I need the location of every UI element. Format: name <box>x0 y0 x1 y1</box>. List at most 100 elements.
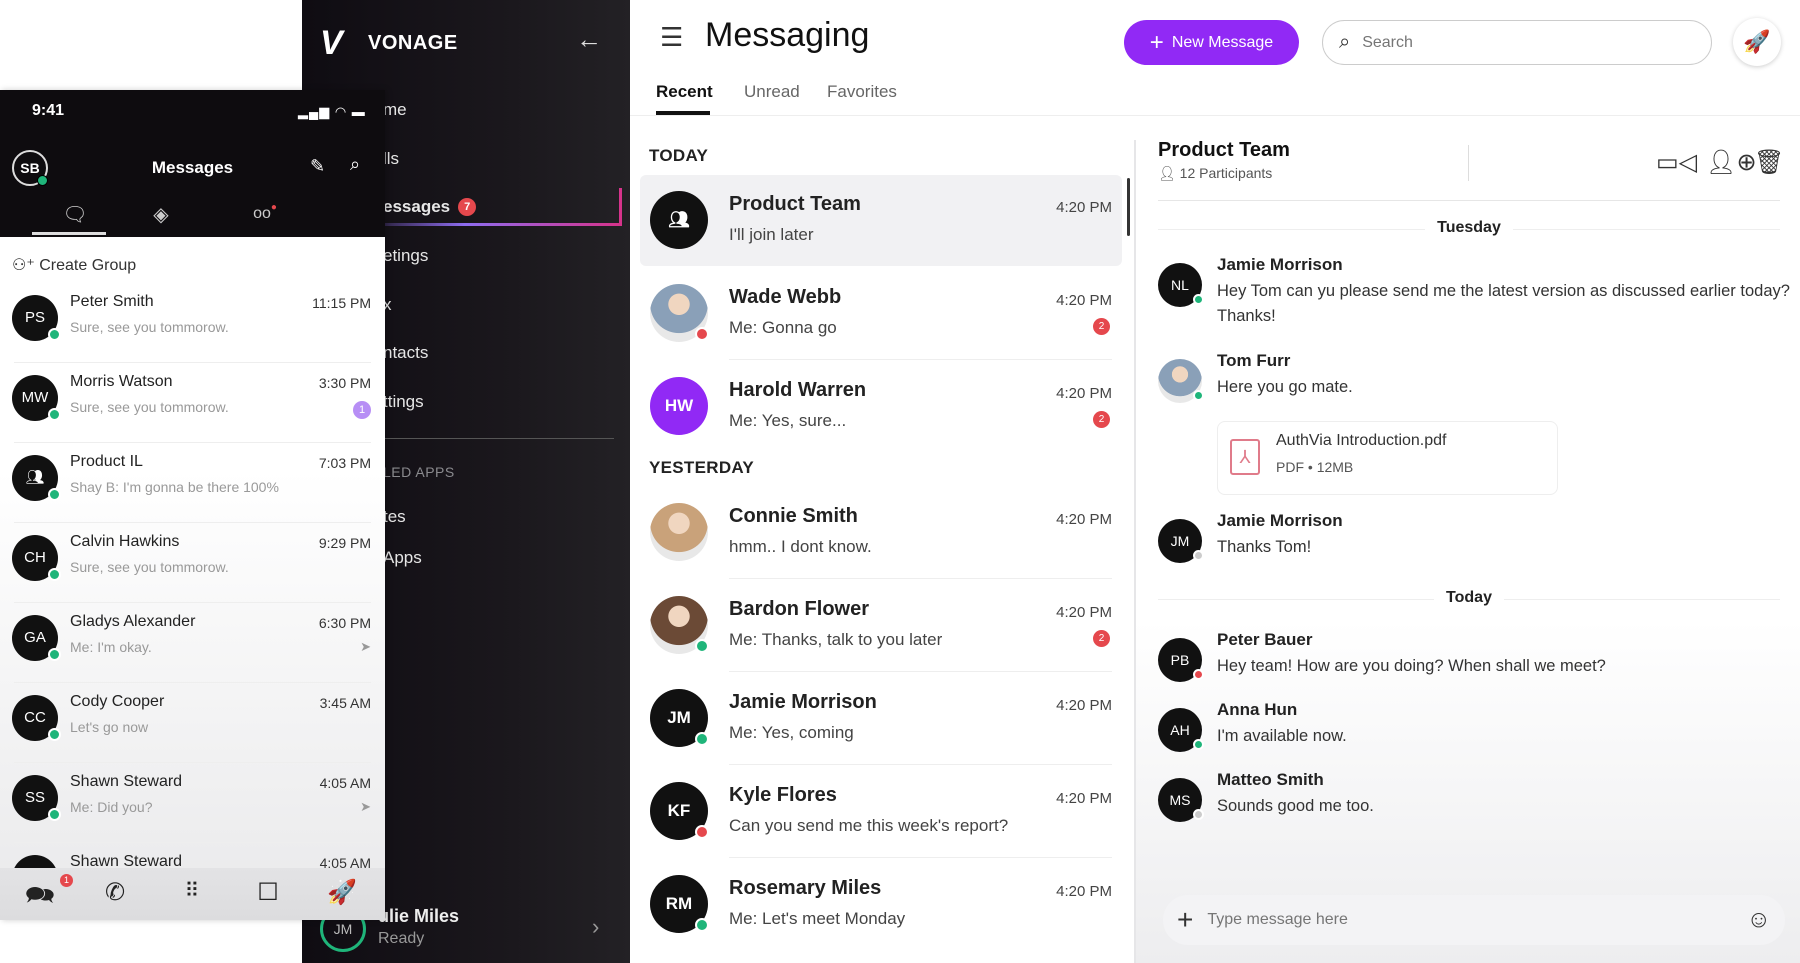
contact-name: Kyle Flores <box>729 784 837 806</box>
status-dot <box>1193 550 1204 561</box>
plus-icon[interactable]: + <box>1177 904 1193 936</box>
contact-name: Shawn Steward <box>70 773 183 790</box>
sender-name: Matteo Smith <box>1217 770 1324 789</box>
layers-tab-icon[interactable]: ◈ <box>131 202 191 227</box>
vonage-logo-icon: V <box>320 24 343 62</box>
sidebar-app[interactable]: tes <box>383 507 406 527</box>
avatar: JM <box>1158 519 1204 563</box>
conversation-row[interactable]: RM Rosemary Miles Me: Let's meet Monday 4:2… <box>640 859 1122 950</box>
user-name[interactable]: ulie Miles <box>378 906 459 927</box>
list-item[interactable]: GA Gladys Alexander Me: I'm okay. 6:30 PM ➤ <box>0 603 385 683</box>
tab-favorites[interactable]: Favorites <box>827 82 897 102</box>
timestamp: 4:20 PM <box>1056 511 1112 528</box>
avatar: MS <box>1158 778 1204 822</box>
plus-icon: + <box>1149 28 1164 56</box>
sender-name: Tom Furr <box>1217 351 1291 370</box>
tab-unread[interactable]: Unread <box>744 82 800 102</box>
unread-badge: 2 <box>1093 411 1110 428</box>
sidebar-app[interactable]: Apps <box>383 548 422 568</box>
avatar: GA <box>12 615 61 661</box>
message-preview: Me: Thanks, talk to you later <box>729 630 943 649</box>
conversation-row[interactable]: 👥︎ Product Team I'll join later 4:20 PM <box>640 175 1122 266</box>
divider <box>729 359 1112 360</box>
conversation-row[interactable]: HW Harold Warren Me: Yes, sure... 4:20 PM 2 <box>640 361 1122 452</box>
message-preview: Me: Gonna go <box>729 318 837 337</box>
timestamp: 3:30 PM <box>318 375 371 391</box>
sidebar-item[interactable]: ntacts <box>383 343 428 363</box>
sender-name: Jamie Morrison <box>1217 255 1343 274</box>
contacts-icon[interactable]: ☐ <box>248 878 288 907</box>
avatar: NL <box>1158 263 1204 307</box>
file-attachment[interactable]: ⅄ AuthVia Introduction.pdf PDF • 12MB <box>1217 421 1558 495</box>
new-message-button[interactable]: + New Message <box>1124 20 1299 65</box>
conversation-row[interactable]: Bardon Flower Me: Thanks, talk to you lat… <box>640 580 1122 672</box>
status-dot <box>1193 390 1204 401</box>
avatar: JM <box>650 689 709 747</box>
list-item[interactable]: CH Calvin Hawkins Sure, see you tommorow. 9… <box>0 523 385 603</box>
divider <box>729 764 1112 765</box>
create-group-button[interactable]: ⚇⁺ Create Group <box>12 255 136 275</box>
avatar: AH <box>1158 708 1204 752</box>
sidebar-item[interactable]: me <box>383 100 407 120</box>
rocket-icon[interactable]: 🚀 <box>1733 18 1781 66</box>
voicemail-tab-icon[interactable]: oo● <box>235 202 295 223</box>
sidebar-item[interactable]: etings <box>383 246 428 266</box>
search-icon[interactable]: ⌕ <box>350 154 360 175</box>
chevron-right-icon[interactable]: › <box>592 914 599 940</box>
avatar <box>650 503 708 561</box>
person-icon: 👤︎ <box>1158 165 1180 181</box>
compose-icon[interactable]: ✎ <box>310 156 325 177</box>
message-input[interactable] <box>1207 911 1733 929</box>
participants-count[interactable]: 👤︎ 12 Participants <box>1158 165 1272 182</box>
arrow-left-icon[interactable]: ← <box>576 24 602 55</box>
add-user-icon[interactable]: 👤︎⊕ <box>1706 148 1757 177</box>
timestamp: 6:30 PM <box>318 615 371 631</box>
conversation-row[interactable]: KF Kyle Flores Can you send me this week's… <box>640 766 1122 858</box>
message-text: Thanks Tom! <box>1217 538 1312 556</box>
list-item[interactable]: 👥︎ Product IL Shay B: I'm gonna be there 1… <box>0 443 385 523</box>
avatar: 👥︎ <box>650 191 708 249</box>
tab-indicator <box>32 232 106 235</box>
sidebar-item[interactable]: lls <box>383 149 399 169</box>
day-separator: Today <box>1158 589 1780 609</box>
trash-icon[interactable]: 🗑︎ <box>1754 148 1784 177</box>
unread-badge: 2 <box>1093 630 1110 647</box>
conversation-row[interactable]: Wade Webb Me: Gonna go 4:20 PM 2 <box>640 268 1122 360</box>
divider <box>630 115 1800 116</box>
list-item[interactable]: PS Peter Smith Sure, see you tommorow. 11:1… <box>0 283 385 363</box>
search-box[interactable]: ⌕ <box>1322 20 1712 65</box>
conversation-row[interactable]: JM Jamie Morrison Me: Yes, coming 4:20 PM <box>640 673 1122 765</box>
sidebar-item-label: lls <box>383 149 400 168</box>
contact-name: Peter Smith <box>70 293 154 310</box>
video-call-icon[interactable]: ▭◁ <box>1656 148 1697 177</box>
list-item[interactable]: MW Morris Watson Sure, see you tommorow. 3:… <box>0 363 385 443</box>
phone-icon[interactable]: ✆ <box>95 878 135 907</box>
day-label: Today <box>1434 589 1504 607</box>
list-item[interactable]: SS Shawn Steward Me: Did you? 4:05 AM ➤ <box>0 763 385 843</box>
rocket-icon[interactable]: 🚀 <box>322 878 362 907</box>
messages-icon[interactable]: 🗪 <box>20 878 60 919</box>
status-dot <box>695 918 709 932</box>
tab-recent[interactable]: Recent <box>656 82 713 102</box>
timestamp: 11:15 PM <box>312 295 371 311</box>
emoji-icon[interactable]: ☺ <box>1746 906 1771 934</box>
unread-badge: 1 <box>353 401 371 419</box>
divider <box>1468 145 1469 181</box>
message-preview: I'll join later <box>729 225 814 244</box>
online-dot <box>48 568 61 581</box>
menu-icon[interactable]: ☰ <box>660 22 683 53</box>
sidebar-item[interactable]: ttings <box>383 392 424 412</box>
keypad-icon[interactable]: ⠿ <box>172 878 212 903</box>
contact-name: Jamie Morrison <box>729 691 877 713</box>
chat-tab-icon[interactable]: 🗨 <box>45 202 105 227</box>
list-item[interactable]: CC Cody Cooper Let's go now 3:45 AM <box>0 683 385 763</box>
section-today: TODAY <box>649 146 709 165</box>
message-preview: Can you send me this week's report? <box>729 816 1009 835</box>
scrollbar[interactable] <box>1127 178 1130 236</box>
search-input[interactable] <box>1362 33 1683 52</box>
badge: 1 <box>60 874 73 887</box>
sender-name: Jamie Morrison <box>1217 511 1343 530</box>
message-preview: Me: Yes, coming <box>729 723 854 742</box>
conversation-row[interactable]: Connie Smith hmm.. I dont know. 4:20 PM <box>640 487 1122 579</box>
create-group-label: Create Group <box>39 257 137 274</box>
